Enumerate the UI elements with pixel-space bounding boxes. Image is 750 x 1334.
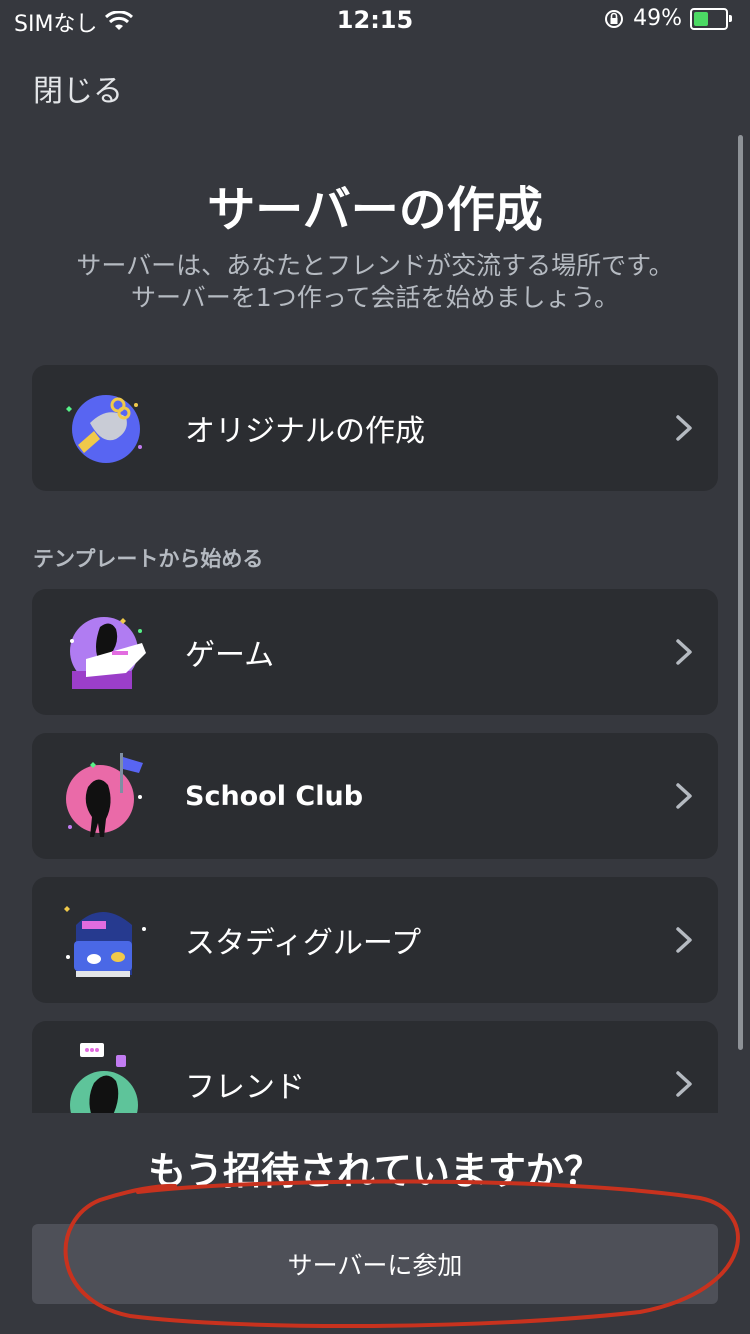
battery-percent: 49% [633, 6, 682, 31]
gaming-illustration-icon [70, 617, 146, 689]
template-gaming-card[interactable]: ゲーム [32, 589, 718, 715]
scrollbar[interactable] [738, 135, 743, 1050]
template-label: ゲーム [185, 638, 275, 673]
chevron-right-icon [676, 927, 692, 953]
template-label: School Club [185, 780, 364, 812]
create-original-illustration-icon [66, 395, 142, 463]
battery-icon [690, 7, 732, 30]
chevron-right-icon [676, 783, 692, 809]
template-school-club-card[interactable]: School Club [32, 733, 718, 859]
join-server-button[interactable]: サーバーに参加 [32, 1224, 718, 1304]
chevron-right-icon [676, 639, 692, 665]
close-button[interactable]: 閉じる [33, 66, 123, 110]
chevron-right-icon [676, 415, 692, 441]
create-original-card[interactable]: オリジナルの作成 [32, 365, 718, 491]
template-label: スタディグループ [185, 926, 422, 961]
chevron-right-icon [676, 1071, 692, 1097]
study-group-illustration-icon [64, 906, 146, 977]
status-bar: SIMなし 12:15 49% [0, 0, 750, 40]
school-club-illustration-icon [66, 753, 143, 837]
page-subtitle: サーバーは、あなたとフレンドが交流する場所です。 サーバーを1つ作って会話を始め… [76, 251, 674, 312]
page-title: サーバーの作成 [207, 182, 543, 238]
invited-heading: もう招待されていますか？ [148, 1149, 602, 1193]
rotation-lock-icon [605, 9, 624, 28]
create-original-label: オリジナルの作成 [185, 414, 425, 449]
templates-section-label: テンプレートから始める [33, 547, 264, 571]
template-study-group-card[interactable]: スタディグループ [32, 877, 718, 1003]
